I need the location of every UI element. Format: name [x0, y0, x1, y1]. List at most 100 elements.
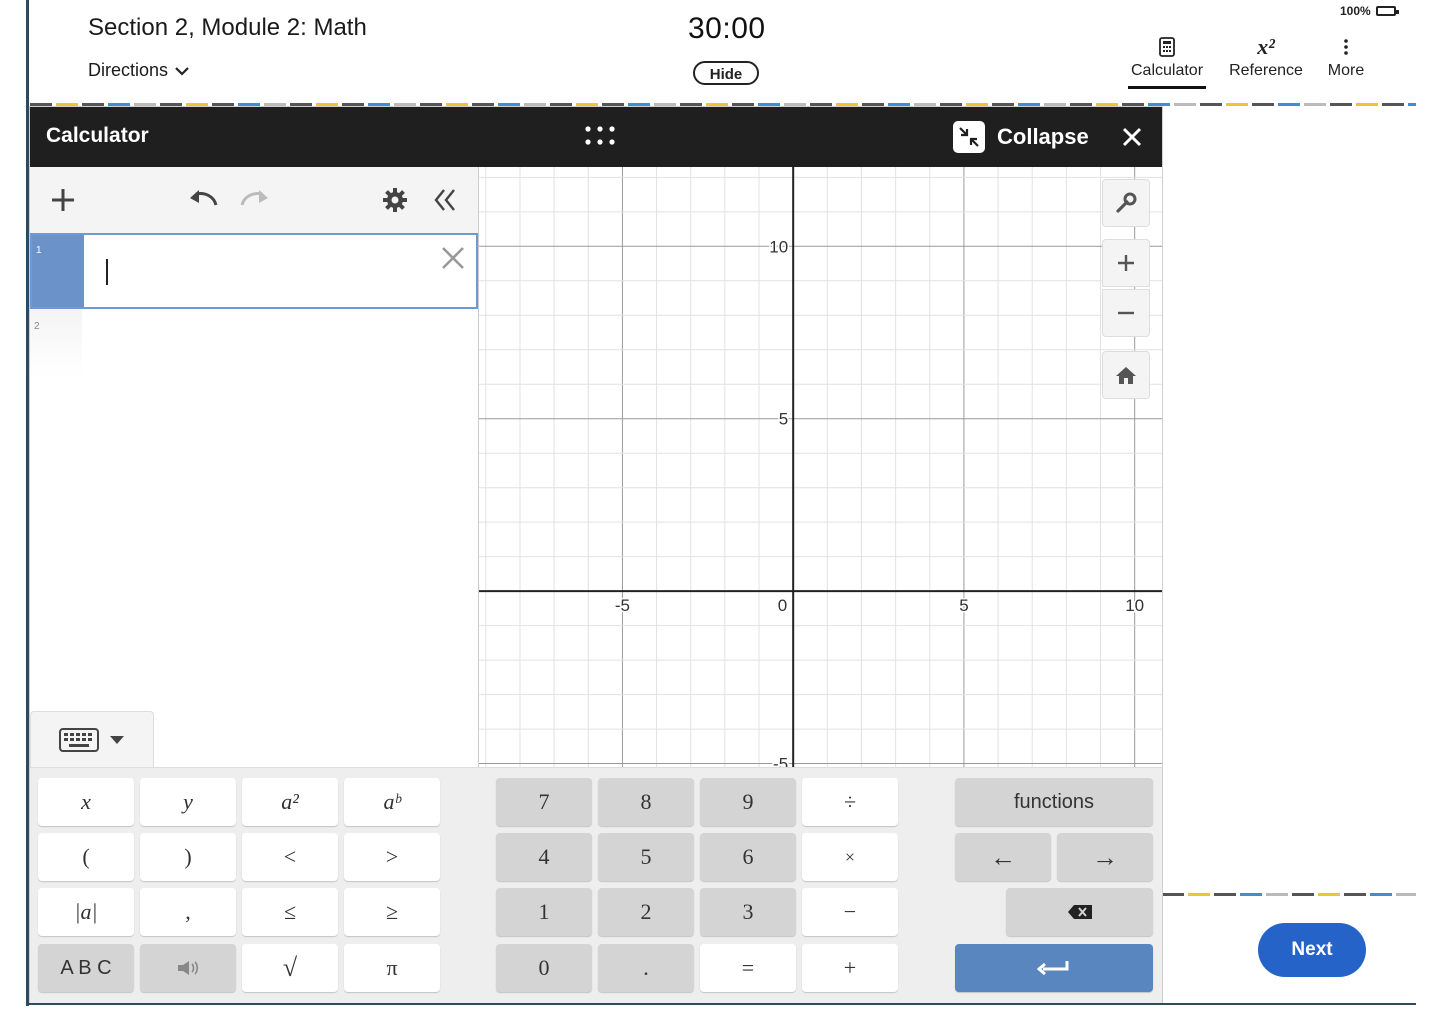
wrench-icon	[1116, 192, 1137, 213]
key-x[interactable]: x	[38, 778, 134, 826]
key-multiply[interactable]: ×	[802, 833, 898, 881]
key-3[interactable]: 3	[700, 888, 796, 936]
key-absolute-value[interactable]: |a|	[38, 888, 134, 936]
expression-panel: 1 2	[30, 167, 479, 767]
chevron-down-icon	[175, 66, 189, 76]
x-tick-label: 10	[1125, 596, 1144, 615]
key-abc[interactable]: A B C	[38, 944, 134, 992]
gear-icon	[383, 188, 407, 212]
add-expression-button[interactable]	[48, 185, 78, 215]
directions-toggle[interactable]: Directions	[88, 60, 190, 81]
key-greater-equal[interactable]: ≥	[344, 888, 440, 936]
home-icon	[1116, 367, 1136, 384]
directions-label: Directions	[88, 60, 169, 80]
page-left-border	[26, 0, 29, 1006]
key-a-power-b[interactable]: aᵇ	[344, 778, 440, 826]
reference-tool-label: Reference	[1229, 62, 1303, 79]
expression-row-number: 2	[34, 321, 40, 332]
right-arrow-key[interactable]: →	[1057, 833, 1153, 881]
key-close-paren[interactable]: )	[140, 833, 236, 881]
key-8[interactable]: 8	[598, 778, 694, 826]
functions-button[interactable]: functions	[955, 778, 1153, 826]
more-vertical-icon	[1344, 39, 1348, 55]
collapse-button[interactable]: Collapse	[953, 121, 1089, 153]
graph-settings-button[interactable]	[1102, 179, 1150, 227]
section-title: Section 2, Module 2: Math	[88, 14, 367, 41]
calculator-window: Calculator Collapse 1 2 -5 0 5 10 10 5 -…	[30, 107, 1162, 1003]
keyboard-toggle[interactable]	[30, 711, 154, 767]
header-divider	[30, 103, 1416, 106]
key-4[interactable]: 4	[496, 833, 592, 881]
key-less-than[interactable]: <	[242, 833, 338, 881]
key-5[interactable]: 5	[598, 833, 694, 881]
expression-row-1[interactable]: 1	[30, 233, 478, 309]
reference-tool-button[interactable]: x² Reference	[1226, 34, 1306, 86]
hide-expressions-button[interactable]	[430, 185, 460, 215]
collapse-label: Collapse	[997, 124, 1089, 149]
key-7[interactable]: 7	[496, 778, 592, 826]
hide-timer-button[interactable]: Hide	[693, 61, 759, 85]
next-button[interactable]: Next	[1258, 923, 1366, 977]
battery-percent: 100%	[1340, 4, 1371, 18]
y-tick-label: -5	[773, 755, 788, 767]
key-equals[interactable]: =	[700, 944, 796, 992]
graph-area[interactable]: -5 0 5 10 10 5 -5	[479, 167, 1162, 767]
key-y[interactable]: y	[140, 778, 236, 826]
key-a-squared[interactable]: a²	[242, 778, 338, 826]
key-minus[interactable]: −	[802, 888, 898, 936]
undo-icon	[190, 190, 218, 206]
zoom-in-button[interactable]	[1102, 239, 1150, 287]
text-cursor	[106, 259, 108, 285]
calculator-title: Calculator	[46, 124, 149, 147]
battery-icon	[1375, 6, 1399, 16]
expression-toolbar	[30, 167, 478, 234]
key-decimal[interactable]: .	[598, 944, 694, 992]
key-sqrt[interactable]: √	[242, 944, 338, 992]
close-icon[interactable]	[1118, 123, 1146, 151]
key-plus[interactable]: +	[802, 944, 898, 992]
redo-icon	[240, 190, 268, 206]
key-audio[interactable]	[140, 944, 236, 992]
enter-icon	[1037, 961, 1069, 976]
formula-icon: x²	[1257, 34, 1275, 59]
key-divide[interactable]: ÷	[802, 778, 898, 826]
key-6[interactable]: 6	[700, 833, 796, 881]
left-arrow-key[interactable]: ←	[955, 833, 1051, 881]
key-9[interactable]: 9	[700, 778, 796, 826]
caret-down-icon	[110, 735, 124, 744]
settings-button[interactable]	[380, 185, 410, 215]
more-tool-label: More	[1327, 62, 1365, 79]
footer-divider	[1162, 893, 1416, 896]
key-greater-than[interactable]: >	[344, 833, 440, 881]
key-pi[interactable]: π	[344, 944, 440, 992]
drag-handle-icon[interactable]	[584, 125, 616, 147]
graph-canvas[interactable]: -5 0 5 10 10 5 -5	[479, 167, 1162, 767]
key-0[interactable]: 0	[496, 944, 592, 992]
backspace-icon	[1067, 905, 1092, 919]
expression-row-2[interactable]: 2	[30, 309, 82, 377]
backspace-key[interactable]	[1006, 888, 1153, 936]
speaker-icon	[178, 961, 199, 975]
zoom-out-button[interactable]	[1102, 289, 1150, 337]
calculator-tool-button[interactable]: Calculator	[1128, 34, 1206, 89]
plus-icon	[52, 189, 74, 211]
y-tick-label: 5	[779, 410, 788, 429]
origin-label: 0	[778, 596, 787, 615]
keypad: x y a² aᵇ ( ) < > |a| , ≤ ≥ A B C √ π 7 …	[30, 767, 1162, 1003]
key-less-equal[interactable]: ≤	[242, 888, 338, 936]
more-tool-button[interactable]: More	[1322, 34, 1370, 86]
key-comma[interactable]: ,	[140, 888, 236, 936]
countdown-timer: 30:00	[688, 12, 766, 45]
calculator-title-bar[interactable]: Calculator Collapse	[30, 107, 1162, 167]
delete-expression-icon[interactable]	[440, 245, 466, 271]
double-chevron-left-icon	[434, 189, 455, 211]
key-2[interactable]: 2	[598, 888, 694, 936]
undo-button[interactable]	[188, 185, 218, 215]
key-open-paren[interactable]: (	[38, 833, 134, 881]
default-viewport-button[interactable]	[1102, 351, 1150, 399]
collapse-icon	[953, 121, 985, 153]
enter-key[interactable]	[955, 944, 1153, 992]
redo-button[interactable]	[240, 185, 270, 215]
y-tick-label: 10	[769, 237, 788, 256]
key-1[interactable]: 1	[496, 888, 592, 936]
